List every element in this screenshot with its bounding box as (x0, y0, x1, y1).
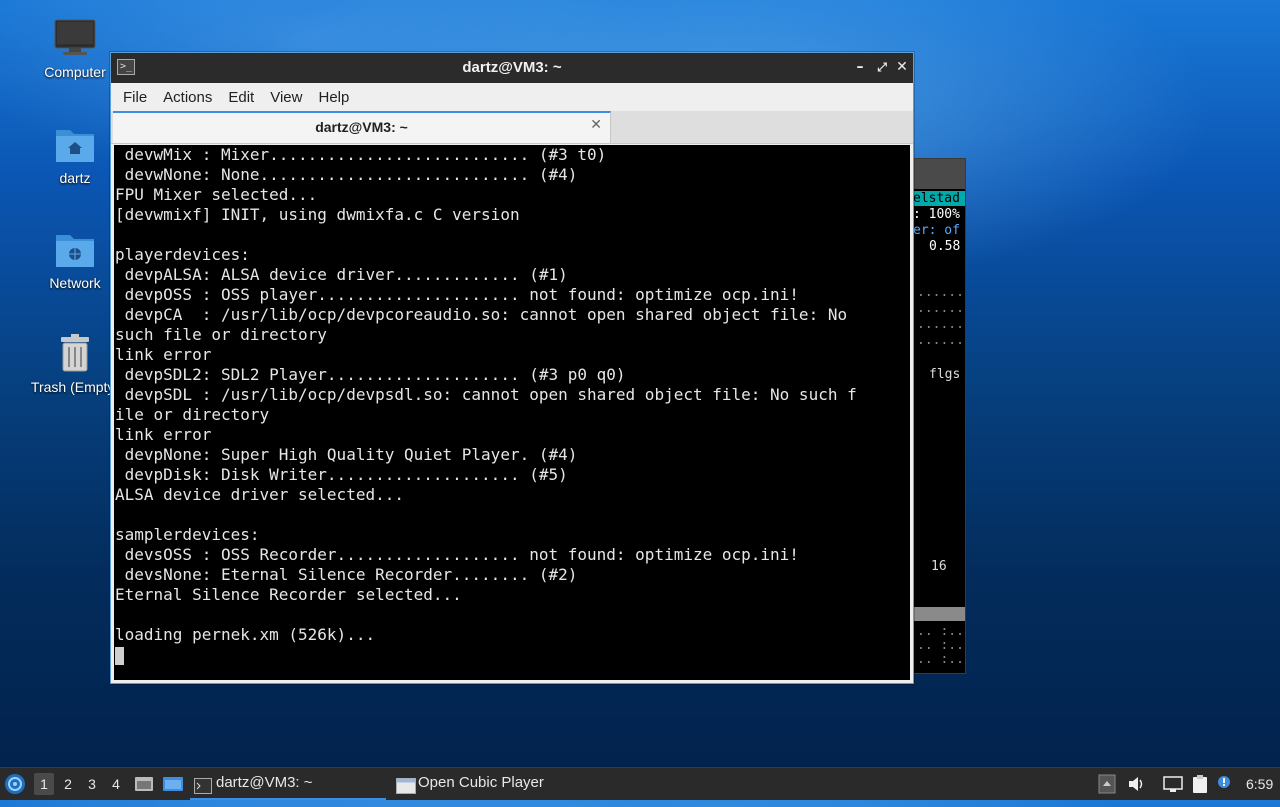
menu-edit[interactable]: Edit (220, 89, 262, 106)
ocp-dotted-rows: .................................... (917, 285, 965, 348)
terminal-line: devsOSS : OSS Recorder..................… (115, 545, 799, 564)
desktop-icon-home[interactable]: dartz (27, 122, 123, 186)
tab-title: dartz@VM3: ~ (315, 119, 408, 135)
terminal-line: devpCA : /usr/lib/ocp/devpcoreaudio.so: … (115, 305, 848, 324)
clipboard-icon[interactable] (1190, 774, 1210, 794)
minimize-button[interactable]: – (851, 58, 869, 76)
terminal-line: Eternal Silence Recorder selected... (115, 585, 462, 604)
terminal-tab[interactable]: dartz@VM3: ~ ✕ (113, 111, 611, 143)
ocp-text-fragment: flgs (929, 367, 961, 382)
task-label: dartz@VM3: ~ (216, 774, 313, 791)
workspace-4[interactable]: 4 (106, 773, 126, 795)
terminal-line: devpOSS : OSS player....................… (115, 285, 799, 304)
app-menu-button[interactable] (4, 768, 28, 800)
menu-actions[interactable]: Actions (155, 89, 220, 106)
maximize-button[interactable]: ⤢ (873, 58, 891, 76)
close-button[interactable]: ✕ (893, 58, 911, 76)
ocp-titlebar[interactable] (913, 159, 965, 189)
open-cubic-player-window[interactable]: elstad : 100% er: of 0.58 ..............… (912, 158, 966, 674)
desktop-icon-label: Computer (44, 64, 106, 80)
ocp-text-fragment: : 100% (913, 207, 960, 222)
window-icon (396, 775, 416, 794)
network-folder-icon (53, 227, 97, 271)
menu-help[interactable]: Help (310, 89, 357, 106)
text-cursor (115, 646, 124, 665)
taskbar: 1 2 3 4 dartz@VM3: ~ Open Cubic Player 6… (0, 767, 1280, 800)
terminal-line: FPU Mixer selected... (115, 185, 318, 204)
volume-icon[interactable] (1126, 774, 1146, 794)
terminal-window[interactable]: >_ dartz@VM3: ~ – ⤢ ✕ File Actions Edit … (110, 52, 914, 684)
monitor-icon (53, 16, 97, 60)
tab-bar: dartz@VM3: ~ ✕ (111, 111, 913, 144)
terminal-line: devwNone: None..........................… (115, 165, 578, 184)
terminal-line: link error (115, 345, 212, 364)
window-title: dartz@VM3: ~ (462, 59, 562, 76)
workspace-2[interactable]: 2 (58, 773, 78, 795)
desktop-icon-label: Network (49, 275, 101, 291)
terminal-line: devwMix : Mixer.........................… (115, 145, 607, 164)
desktop-icon-label: Trash (Empty) (30, 379, 120, 395)
desktop-icon-network[interactable]: Network (27, 227, 123, 291)
menu-file[interactable]: File (115, 89, 155, 106)
ocp-channel-bar (913, 607, 965, 621)
file-manager-icon[interactable] (162, 768, 184, 800)
terminal-line: playerdevices: (115, 245, 250, 264)
trash-icon (53, 331, 97, 375)
notification-icon[interactable] (1216, 774, 1236, 794)
scroll-up-icon[interactable] (1098, 774, 1118, 794)
terminal-line: samplerdevices: (115, 525, 260, 544)
terminal-icon (194, 775, 212, 794)
tab-close-icon[interactable]: ✕ (590, 117, 602, 133)
terminal-line: ile or directory (115, 405, 270, 424)
terminal-line: such file or directory (115, 325, 327, 344)
ocp-text-fragment: elstad (913, 191, 965, 206)
ocp-dotted-rows: .. :.... :.... :.. (917, 624, 964, 667)
terminal-line: link error (115, 425, 212, 444)
home-folder-icon (53, 122, 97, 166)
clock[interactable]: 6:59 (1246, 768, 1273, 800)
window-titlebar[interactable]: >_ dartz@VM3: ~ – ⤢ ✕ (111, 53, 913, 83)
terminal-output[interactable]: devwMix : Mixer.........................… (114, 145, 910, 680)
workspace-3[interactable]: 3 (82, 773, 102, 795)
network-icon[interactable] (1162, 774, 1183, 794)
task-terminal[interactable]: dartz@VM3: ~ (190, 768, 386, 800)
terminal-cursor-line (114, 645, 910, 665)
terminal-line: ALSA device driver selected... (115, 485, 404, 504)
task-open-cubic-player[interactable]: Open Cubic Player (392, 768, 598, 798)
terminal-line: devpDisk: Disk Writer...................… (115, 465, 568, 484)
terminal-line: loading pernek.xm (526k)... (115, 625, 376, 644)
lubuntu-logo-icon (5, 774, 25, 794)
ocp-text-fragment: er: of (913, 223, 960, 238)
menu-bar: File Actions Edit View Help (111, 83, 913, 111)
workspace-1[interactable]: 1 (34, 773, 54, 795)
terminal-line: devpALSA: ALSA device driver............… (115, 265, 568, 284)
desktop-icon-computer[interactable]: Computer (27, 16, 123, 80)
terminal-line: devpSDL : /usr/lib/ocp/devpsdl.so: canno… (115, 385, 857, 404)
task-label: Open Cubic Player (418, 774, 544, 791)
ocp-text-fragment: 0.58 (929, 239, 961, 254)
ocp-text-fragment: 16 (931, 559, 947, 574)
desktop-icon-label: dartz (59, 170, 91, 186)
terminal-line: devsNone: Eternal Silence Recorder......… (115, 565, 578, 584)
desktop-icon-trash[interactable]: Trash (Empty) (27, 331, 123, 395)
terminal-line: devpSDL2: SDL2 Player...................… (115, 365, 626, 384)
terminal-line: [devwmixf] INIT, using dwmixfa.c C versi… (115, 205, 520, 224)
show-desktop-icon[interactable] (134, 768, 154, 800)
terminal-line: devpNone: Super High Quality Quiet Playe… (115, 445, 578, 464)
menu-view[interactable]: View (262, 89, 310, 106)
